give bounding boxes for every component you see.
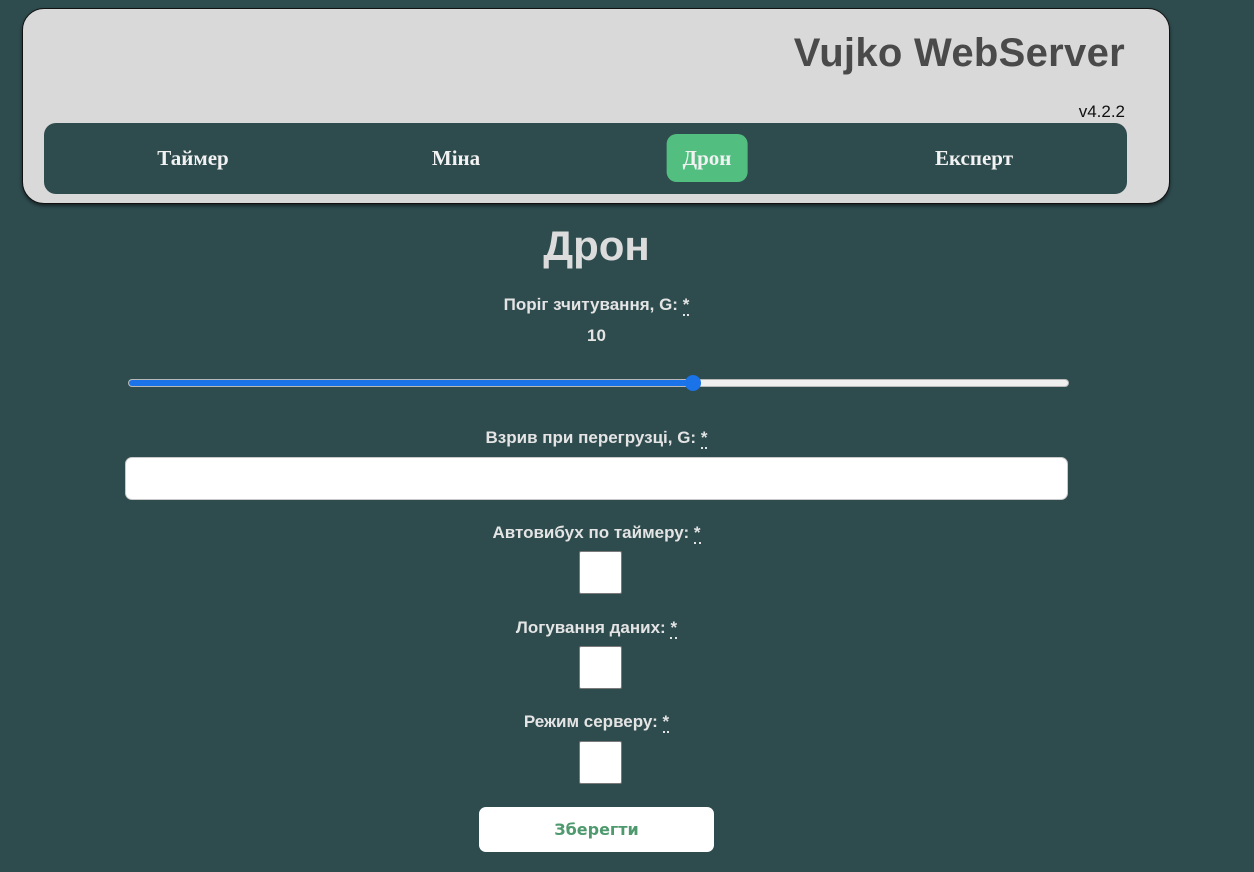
server-mode-checkbox[interactable] xyxy=(579,741,622,784)
nav-item-timer[interactable]: Таймер xyxy=(141,134,244,182)
version-label: v4.2.2 xyxy=(1078,102,1125,121)
threshold-label: Поріг зчитування, G: * xyxy=(0,295,1193,316)
save-button[interactable]: Зберегти xyxy=(479,807,714,852)
slider-fill xyxy=(129,380,693,386)
threshold-label-text: Поріг зчитування, G: xyxy=(503,295,678,314)
threshold-slider[interactable] xyxy=(128,375,1069,391)
auto-explode-checkbox[interactable] xyxy=(579,551,622,594)
nav-bar: Таймер Міна Дрон Експерт xyxy=(44,123,1127,194)
nav-item-expert[interactable]: Експерт xyxy=(919,134,1029,182)
required-mark: * xyxy=(693,523,701,544)
required-mark: * xyxy=(670,618,678,639)
required-mark: * xyxy=(700,428,708,449)
nav-item-drone[interactable]: Дрон xyxy=(666,134,748,182)
nav-item-mine[interactable]: Міна xyxy=(416,134,496,182)
overload-label-text: Взрив при перегрузці, G: xyxy=(485,428,697,447)
server-mode-label: Режим серверу: * xyxy=(0,712,1193,733)
threshold-value: 10 xyxy=(587,326,606,345)
page-title: Дрон xyxy=(543,222,650,269)
overload-input[interactable] xyxy=(125,457,1068,500)
logging-label: Логування даних: * xyxy=(0,618,1193,639)
required-mark: * xyxy=(682,295,690,316)
logging-label-text: Логування даних: xyxy=(515,618,666,637)
overload-label: Взрив при перегрузці, G: * xyxy=(0,428,1193,449)
logging-checkbox[interactable] xyxy=(579,646,622,689)
app-title: Vujko WebServer xyxy=(793,31,1125,75)
header-panel: Vujko WebServer v4.2.2 Таймер Міна Дрон … xyxy=(22,8,1170,204)
auto-explode-label: Автовибух по таймеру: * xyxy=(0,523,1193,544)
slider-thumb[interactable] xyxy=(684,375,701,391)
required-mark: * xyxy=(662,712,670,733)
slider-track xyxy=(128,379,1069,387)
auto-explode-label-text: Автовибух по таймеру: xyxy=(492,523,690,542)
server-mode-label-text: Режим серверу: xyxy=(523,712,658,731)
